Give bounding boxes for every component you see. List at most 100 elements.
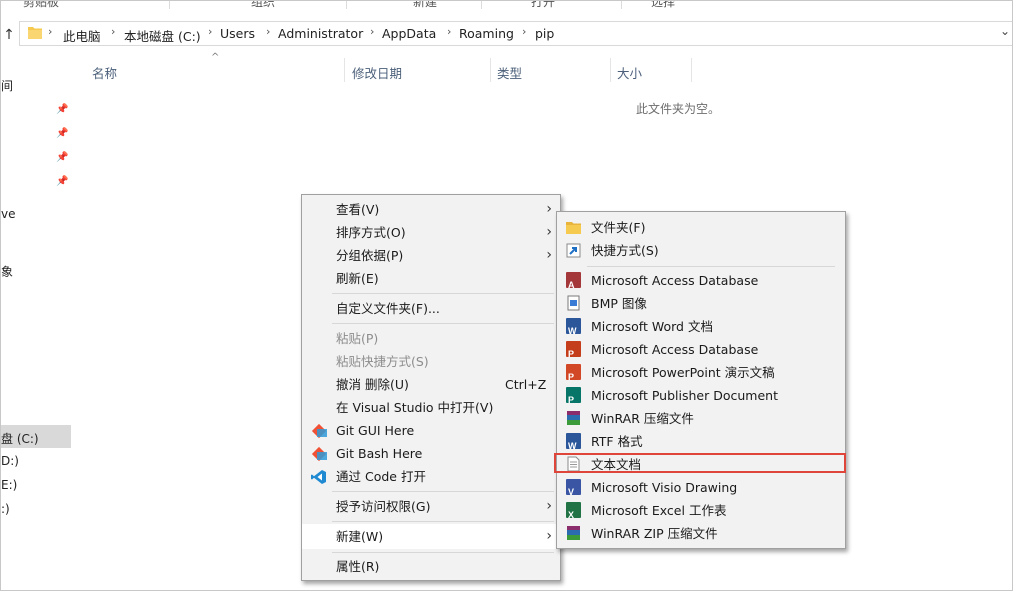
menu-item-group[interactable]: 分组依据(P) › xyxy=(302,244,560,267)
new-item-bmp[interactable]: BMP 图像 xyxy=(557,292,845,315)
ribbon-divider xyxy=(481,1,482,9)
menu-item-label: RTF 格式 xyxy=(591,434,643,449)
breadcrumb-users[interactable]: Users xyxy=(220,26,255,41)
nav-item-drive-d[interactable]: D:) xyxy=(1,454,19,468)
ribbon-divider xyxy=(169,1,170,9)
nav-item-fragment[interactable]: 象 xyxy=(1,263,13,280)
nav-item-fragment[interactable]: ve xyxy=(1,207,15,221)
menu-item-paste-shortcut[interactable]: 粘贴快捷方式(S) xyxy=(302,350,560,373)
chevron-right-icon[interactable]: › xyxy=(266,25,270,38)
git-icon xyxy=(311,446,327,462)
column-divider[interactable] xyxy=(490,58,491,82)
menu-item-git-gui[interactable]: Git GUI Here xyxy=(302,419,560,442)
menu-item-open-visual-studio[interactable]: 在 Visual Studio 中打开(V) xyxy=(302,396,560,419)
chevron-right-icon[interactable]: › xyxy=(370,25,374,38)
column-divider[interactable] xyxy=(610,58,611,82)
menu-item-label: 撤消 删除(U) xyxy=(336,377,409,392)
pin-icon: 📌 xyxy=(56,152,69,163)
chevron-right-icon: › xyxy=(546,201,552,217)
column-header-type[interactable]: 类型 xyxy=(497,63,522,82)
chevron-right-icon[interactable]: › xyxy=(48,25,52,38)
menu-item-undo-delete[interactable]: 撤消 删除(U) Ctrl+Z xyxy=(302,373,560,396)
breadcrumb-roaming[interactable]: Roaming xyxy=(459,26,514,41)
chevron-right-icon: › xyxy=(546,247,552,263)
menu-item-label: 在 Visual Studio 中打开(V) xyxy=(336,400,494,415)
nav-item-drive-e[interactable]: E:) xyxy=(1,478,17,492)
new-item-word[interactable]: W Microsoft Word 文档 xyxy=(557,315,845,338)
menu-item-refresh[interactable]: 刷新(E) xyxy=(302,267,560,290)
column-divider[interactable] xyxy=(344,58,345,82)
powerpoint-icon: P xyxy=(566,364,581,382)
breadcrumb-pip[interactable]: pip xyxy=(535,26,554,41)
breadcrumb-this-pc[interactable]: 此电脑 xyxy=(63,26,101,45)
menu-item-new[interactable]: 新建(W) › xyxy=(302,524,560,549)
ribbon-divider xyxy=(621,1,622,9)
winrar-zip-icon xyxy=(567,526,580,540)
chevron-right-icon[interactable]: › xyxy=(522,25,526,38)
publisher-icon: P xyxy=(566,387,581,405)
excel-icon: X xyxy=(566,502,581,520)
menu-item-label: 分组依据(P) xyxy=(336,248,404,263)
new-item-winrar[interactable]: WinRAR 压缩文件 xyxy=(557,407,845,430)
ribbon-group-new: 新建 xyxy=(413,1,438,9)
visio-icon: V xyxy=(566,479,581,497)
new-item-excel[interactable]: X Microsoft Excel 工作表 xyxy=(557,499,845,522)
menu-item-label: Git GUI Here xyxy=(336,423,415,438)
column-divider[interactable] xyxy=(691,58,692,82)
up-arrow-icon[interactable]: ↑ xyxy=(1,24,17,46)
menu-item-label: Microsoft Access Database xyxy=(591,273,759,288)
access-icon: P xyxy=(566,341,581,359)
folder-icon xyxy=(566,222,581,234)
menu-item-git-bash[interactable]: Git Bash Here xyxy=(302,442,560,465)
word-icon: W xyxy=(566,318,581,336)
breadcrumb-local-disk[interactable]: 本地磁盘 (C:) xyxy=(124,26,201,45)
breadcrumb-appdata[interactable]: AppData xyxy=(382,26,436,41)
menu-item-label: WinRAR 压缩文件 xyxy=(591,411,694,426)
new-item-shortcut[interactable]: 快捷方式(S) xyxy=(557,239,845,262)
ribbon-divider xyxy=(346,1,347,9)
menu-item-shortcut: Ctrl+Z xyxy=(505,377,547,392)
chevron-down-icon[interactable]: ⌄ xyxy=(1000,24,1010,38)
menu-separator xyxy=(587,266,835,267)
chevron-right-icon[interactable]: › xyxy=(208,25,212,38)
nav-item-drive-f[interactable]: :) xyxy=(1,502,10,516)
shortcut-icon xyxy=(566,243,581,258)
breadcrumb-administrator[interactable]: Administrator xyxy=(278,26,363,41)
new-item-winrar-zip[interactable]: WinRAR ZIP 压缩文件 xyxy=(557,522,845,545)
menu-item-paste[interactable]: 粘贴(P) xyxy=(302,327,560,350)
column-header-size[interactable]: 大小 xyxy=(617,63,642,82)
column-header-name[interactable]: 名称 xyxy=(92,63,117,82)
menu-item-grant-access[interactable]: 授予访问权限(G) › xyxy=(302,495,560,518)
menu-item-properties[interactable]: 属性(R) xyxy=(302,555,560,578)
ribbon-group-organize: 组织 xyxy=(251,1,276,9)
new-item-rtf[interactable]: W RTF 格式 xyxy=(557,430,845,453)
nav-item-local-disk-c[interactable]: 盘 (C:) xyxy=(1,430,39,447)
menu-item-label: Microsoft Access Database xyxy=(591,342,759,357)
ribbon-group-clipboard: 剪贴板 xyxy=(23,1,60,9)
menu-item-label: BMP 图像 xyxy=(591,296,647,311)
new-item-access-database[interactable]: A Microsoft Access Database xyxy=(557,269,845,292)
menu-item-sort[interactable]: 排序方式(O) › xyxy=(302,221,560,244)
new-item-publisher[interactable]: P Microsoft Publisher Document xyxy=(557,384,845,407)
new-item-visio[interactable]: V Microsoft Visio Drawing xyxy=(557,476,845,499)
chevron-right-icon: › xyxy=(546,224,552,240)
address-bar[interactable]: › 此电脑 › 本地磁盘 (C:) › Users › Administrato… xyxy=(19,21,1012,46)
new-item-folder[interactable]: 文件夹(F) xyxy=(557,216,845,239)
winrar-icon xyxy=(567,411,580,425)
menu-item-view[interactable]: 查看(V) › xyxy=(302,198,560,221)
column-header-modified[interactable]: 修改日期 xyxy=(352,63,402,82)
chevron-right-icon[interactable]: › xyxy=(447,25,451,38)
git-icon xyxy=(311,423,327,439)
ribbon-group-select: 选择 xyxy=(651,1,676,9)
new-item-powerpoint[interactable]: P Microsoft PowerPoint 演示文稿 xyxy=(557,361,845,384)
pin-icon: 📌 xyxy=(56,104,69,115)
menu-item-customize-folder[interactable]: 自定义文件夹(F)... xyxy=(302,297,560,320)
nav-item-fragment[interactable]: 间 xyxy=(1,77,13,94)
new-item-access-database-2[interactable]: P Microsoft Access Database xyxy=(557,338,845,361)
chevron-right-icon[interactable]: › xyxy=(111,25,115,38)
menu-item-label: Microsoft PowerPoint 演示文稿 xyxy=(591,365,775,380)
menu-item-open-code[interactable]: 通过 Code 打开 xyxy=(302,465,560,488)
sort-up-icon: ^ xyxy=(211,52,220,63)
access-icon: A xyxy=(566,272,581,290)
menu-separator xyxy=(332,293,554,294)
